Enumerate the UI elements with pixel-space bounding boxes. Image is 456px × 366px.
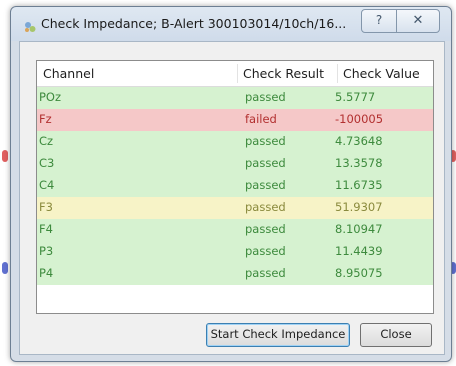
cell-check-result: passed <box>245 134 286 148</box>
table-row[interactable]: F3 passed 51.9307 <box>37 197 433 219</box>
title-bar[interactable]: Check Impedance; B-Alert 300103014/10ch/… <box>11 7 451 41</box>
app-icon <box>25 22 36 32</box>
cell-channel: Cz <box>39 134 54 148</box>
cell-check-result: passed <box>245 266 286 280</box>
close-icon: ✕ <box>412 13 424 28</box>
window-close-button[interactable]: ✕ <box>396 9 440 33</box>
cell-channel: P4 <box>39 266 54 280</box>
cell-check-result: passed <box>245 178 286 192</box>
table-row[interactable]: POz passed 5.5777 <box>37 87 433 109</box>
column-header-check-result[interactable]: Check Result <box>243 66 324 81</box>
cell-check-result: passed <box>245 222 286 236</box>
table-header: Channel Check Result Check Value <box>37 61 433 87</box>
cell-check-value: 8.95075 <box>335 266 383 280</box>
cell-check-value: 8.10947 <box>335 222 383 236</box>
column-header-channel[interactable]: Channel <box>43 66 94 81</box>
cell-check-value: 13.3578 <box>335 156 383 170</box>
column-divider <box>237 64 238 83</box>
cell-check-value: 51.9307 <box>335 200 383 214</box>
cell-channel: P3 <box>39 244 54 258</box>
table-row[interactable]: Fz failed -100005 <box>37 109 433 131</box>
cell-channel: Fz <box>39 112 52 126</box>
window-title: Check Impedance; B-Alert 300103014/10ch/… <box>41 16 347 31</box>
cell-check-value: 11.4439 <box>335 244 383 258</box>
start-check-impedance-button[interactable]: Start Check Impedance <box>206 323 350 347</box>
check-impedance-dialog: Check Impedance; B-Alert 300103014/10ch/… <box>10 6 452 362</box>
cell-check-result: passed <box>245 244 286 258</box>
cell-check-result: passed <box>245 200 286 214</box>
table-row[interactable]: C4 passed 11.6735 <box>37 175 433 197</box>
cell-check-result: failed <box>245 112 277 126</box>
table-row[interactable]: F4 passed 8.10947 <box>37 219 433 241</box>
close-button[interactable]: Close <box>360 323 432 347</box>
cell-channel: POz <box>39 90 62 104</box>
help-icon: ? <box>375 13 383 27</box>
background-marker-blue <box>2 262 8 274</box>
cell-check-result: passed <box>245 156 286 170</box>
background-marker-red <box>2 150 8 162</box>
table-row[interactable]: Cz passed 4.73648 <box>37 131 433 153</box>
cell-check-value: 5.5777 <box>335 90 376 104</box>
table-row[interactable]: P4 passed 8.95075 <box>37 263 433 285</box>
table-row[interactable]: P3 passed 11.4439 <box>37 241 433 263</box>
column-header-check-value[interactable]: Check Value <box>343 66 420 81</box>
cell-channel: C3 <box>39 156 55 170</box>
impedance-table[interactable]: Channel Check Result Check Value POz pas… <box>36 60 434 314</box>
cell-channel: F4 <box>39 222 53 236</box>
cell-check-value: 4.73648 <box>335 134 383 148</box>
help-button[interactable]: ? <box>361 9 397 33</box>
column-divider <box>337 64 338 83</box>
cell-check-value: 11.6735 <box>335 178 383 192</box>
cell-channel: F3 <box>39 200 53 214</box>
dialog-body: Channel Check Result Check Value POz pas… <box>19 41 445 355</box>
cell-check-value: -100005 <box>335 112 384 126</box>
cell-check-result: passed <box>245 90 286 104</box>
cell-channel: C4 <box>39 178 55 192</box>
table-row[interactable]: C3 passed 13.3578 <box>37 153 433 175</box>
